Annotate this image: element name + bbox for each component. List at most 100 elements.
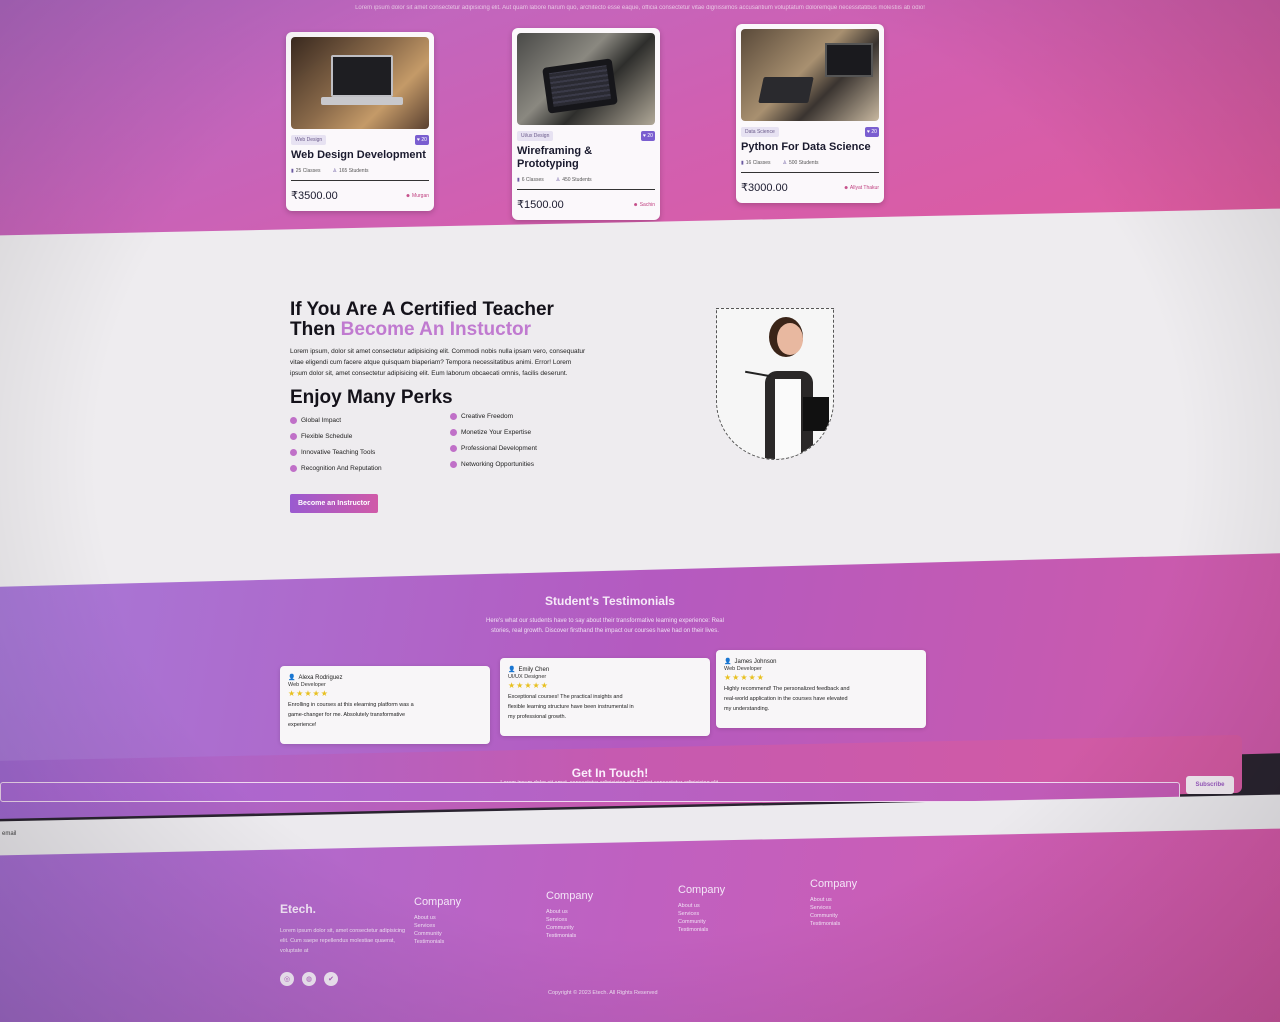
testimonial-text: Enrolling in courses at this elearning p… xyxy=(288,702,414,728)
testimonial-name: 👤 Emily Chen xyxy=(508,666,550,674)
testimonial-role: UI/UX Designer xyxy=(508,674,547,680)
footer-link[interactable]: Testimonials xyxy=(678,926,725,934)
laptop-base-graphic xyxy=(321,97,403,105)
testimonial-card: 👤 Emily Chen UI/UX Designer ★★★★★ Excepti… xyxy=(500,658,710,736)
testimonial-role: Web Developer xyxy=(288,682,326,688)
instructor-heading: If You Are A Certified Teacher Then Beco… xyxy=(290,299,554,340)
perk-item: Flexible Schedule xyxy=(290,433,450,440)
heading-accent: Become An Instuctor xyxy=(340,319,532,340)
footer-link[interactable]: Community xyxy=(414,930,461,938)
book-icon: ▮ xyxy=(517,177,520,183)
perk-item: Recognition And Reputation xyxy=(290,465,450,472)
footer-link[interactable]: About us xyxy=(810,896,857,904)
heart-icon[interactable]: ♥ 20 xyxy=(641,131,655,141)
classes-count: ▮ 25 Classes xyxy=(291,168,321,174)
instagram-icon[interactable]: ◎ xyxy=(280,972,294,986)
footer-brand[interactable]: Etech. xyxy=(280,902,316,916)
perks-list: Global Impact Creative Freedom Flexible … xyxy=(290,413,610,472)
footer-link[interactable]: Community xyxy=(678,918,725,926)
course-card[interactable]: Web Design ♥ 20 Web Design Development ▮… xyxy=(286,32,434,211)
course-title[interactable]: Web Design Development xyxy=(291,149,429,162)
screen: Lorem ipsum dolor sit amet consectetur a… xyxy=(0,0,1280,1022)
globe-icon[interactable]: ◍ xyxy=(302,972,316,986)
user-icon: 👤 xyxy=(508,667,516,673)
bullet-icon xyxy=(290,417,297,424)
twitter-icon[interactable]: ✔ xyxy=(324,972,338,986)
course-card[interactable]: Ui/ux Design ♥ 20 Wireframing & Prototyp… xyxy=(512,28,660,220)
course-price: ₹3500.00 xyxy=(291,190,338,202)
perk-item: Professional Development xyxy=(450,441,610,456)
testimonial-role: Web Developer xyxy=(724,666,762,672)
bullet-icon xyxy=(450,445,457,452)
testimonial-text: Exceptional courses! The practical insig… xyxy=(508,694,634,720)
course-instructor[interactable]: ☻ Sachin xyxy=(633,202,655,208)
star-rating: ★★★★★ xyxy=(508,681,549,690)
user-icon: 👤 xyxy=(288,675,296,681)
instructor-content: If You Are A Certified Teacher Then Beco… xyxy=(290,300,610,513)
user-icon: ♙ xyxy=(555,177,561,183)
perk-item: Global Impact xyxy=(290,417,450,424)
testimonial-card: 👤 James Johnson Web Developer ★★★★★ Highl… xyxy=(716,650,926,728)
course-title[interactable]: Wireframing & Prototyping xyxy=(517,145,655,171)
classes-count: ▮ 6 Classes xyxy=(517,177,544,183)
footer-link[interactable]: Services xyxy=(810,904,857,912)
course-instructor[interactable]: ☻ Allyat Thakur xyxy=(844,185,879,191)
course-title[interactable]: Python For Data Science xyxy=(741,141,879,154)
footer-link[interactable]: About us xyxy=(414,914,461,922)
testimonials-subtitle: Here's what our students have to say abo… xyxy=(486,618,724,634)
footer-link[interactable]: Community xyxy=(810,912,857,920)
course-image xyxy=(741,29,879,121)
subscribe-button[interactable]: Subscribe xyxy=(1186,776,1234,794)
contact-title: Get In Touch! xyxy=(571,766,649,780)
laptop-graphic xyxy=(331,55,393,97)
star-rating: ★★★★★ xyxy=(724,673,765,682)
user-icon: ♙ xyxy=(782,160,787,166)
students-count: ♙ 165 Students xyxy=(332,168,369,174)
footer-link[interactable]: Testimonials xyxy=(810,920,857,928)
footer-link[interactable]: Services xyxy=(414,922,461,930)
become-instructor-button[interactable]: Become an Instructor xyxy=(290,494,378,513)
course-card[interactable]: Data Science ♥ 20 Python For Data Scienc… xyxy=(736,24,884,203)
course-price: ₹3000.00 xyxy=(741,182,788,194)
perks-heading: Enjoy Many Perks xyxy=(290,387,453,408)
footer-link[interactable]: Community xyxy=(546,924,593,932)
footer-column: Company About us Services Community Test… xyxy=(810,878,857,928)
footer-link[interactable]: Services xyxy=(678,910,725,918)
footer-link[interactable]: About us xyxy=(678,902,725,910)
footer-about: Lorem ipsum dolor sit, amet consectetur … xyxy=(280,928,406,954)
students-count: ♙ 500 Students xyxy=(782,160,819,166)
heart-icon[interactable]: ♥ 20 xyxy=(865,127,879,137)
heart-icon[interactable]: ♥ 20 xyxy=(415,135,429,145)
user-icon: ♙ xyxy=(332,168,337,174)
book-icon: ▮ xyxy=(741,160,744,166)
course-instructor[interactable]: ☻ Murgan xyxy=(405,193,429,199)
footer-column: Company About us Services Community Test… xyxy=(414,896,461,946)
bullet-icon xyxy=(450,461,457,468)
teacher-image xyxy=(716,308,834,460)
footer-column-title: Company xyxy=(546,890,594,902)
footer-column-title: Company xyxy=(678,884,726,896)
laptop-graphic xyxy=(758,77,814,103)
perk-item: Networking Opportunities xyxy=(450,457,610,472)
footer-link[interactable]: About us xyxy=(546,908,593,916)
bullet-icon xyxy=(290,465,297,472)
courses-subtitle: Lorem ipsum dolor sit amet consectetur a… xyxy=(355,5,925,11)
footer-link[interactable]: Services xyxy=(546,916,593,924)
students-count: ♙ 450 Students xyxy=(555,177,592,183)
course-image xyxy=(291,37,429,129)
testimonials-title: Student's Testimonials xyxy=(545,594,675,608)
footer-column: Company About us Services Community Test… xyxy=(546,890,593,940)
classes-count: ▮ 16 Classes xyxy=(741,160,771,166)
footer-link[interactable]: Testimonials xyxy=(414,938,461,946)
email-input[interactable] xyxy=(0,782,1180,802)
footer-link[interactable]: Testimonials xyxy=(546,932,593,940)
perk-item: Monetize Your Expertise xyxy=(450,425,610,440)
user-icon: 👤 xyxy=(724,659,732,665)
bullet-icon xyxy=(450,413,457,420)
course-image xyxy=(517,33,655,125)
testimonial-card: 👤 Alexa Rodriguez Web Developer ★★★★★ Enr… xyxy=(280,666,490,744)
testimonial-text: Highly recommend! The personalized feedb… xyxy=(724,686,850,712)
book-icon: ▮ xyxy=(291,168,294,174)
perk-item: Creative Freedom xyxy=(450,409,610,424)
course-tag: Web Design xyxy=(291,135,327,145)
